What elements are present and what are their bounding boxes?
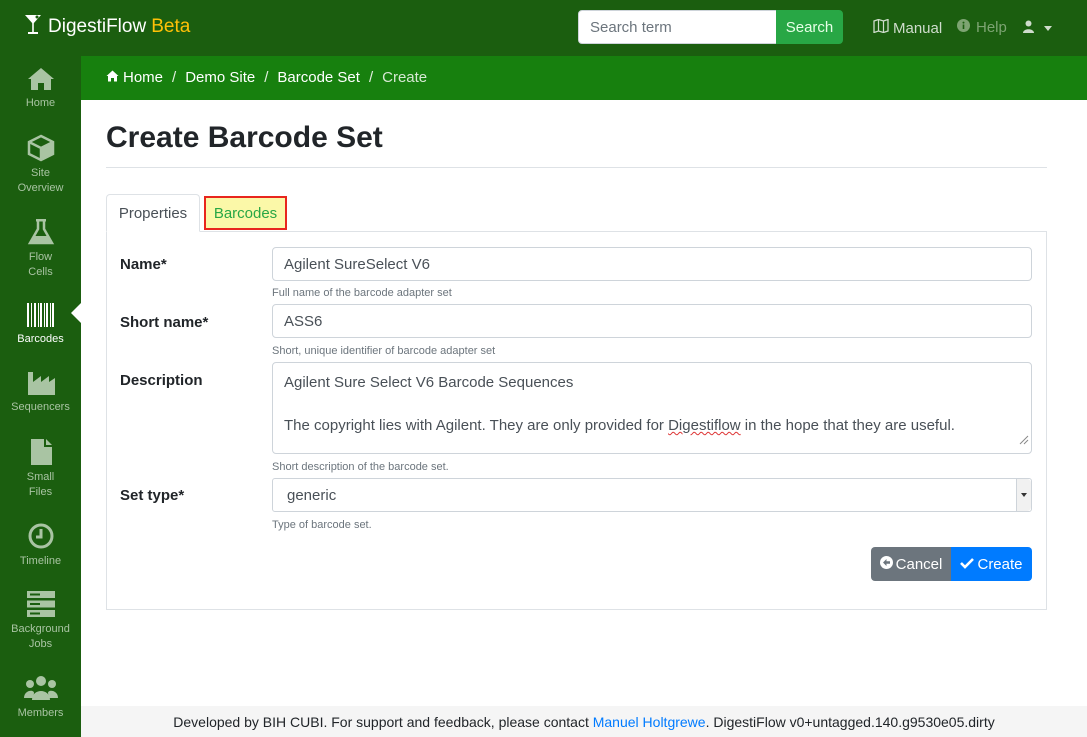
breadcrumb-site[interactable]: Demo Site <box>185 69 255 86</box>
arrow-circle-left-icon <box>879 555 896 573</box>
sidebar-item-background-jobs[interactable]: Background Jobs <box>0 590 81 652</box>
sidebar-item-home[interactable]: Home <box>0 66 81 111</box>
check-icon <box>960 556 977 573</box>
footer: Developed by BIH CUBI. For support and f… <box>81 706 1087 737</box>
short-name-label: Short name* <box>120 314 209 331</box>
user-menu[interactable] <box>1023 20 1052 36</box>
industry-icon <box>0 370 81 396</box>
app-name: DigestiFlow <box>48 16 147 37</box>
map-icon <box>873 18 893 37</box>
spellcheck-word: Digestiflow <box>668 417 741 434</box>
set-type-label: Set type* <box>120 487 185 504</box>
tab-barcodes[interactable]: Barcodes <box>204 196 287 230</box>
cancel-label: Cancel <box>895 555 943 573</box>
description-line: The copyright lies with Agilent. They ar… <box>284 417 955 434</box>
description-textarea[interactable]: Agilent Sure Select V6 Barcode Sequences… <box>272 362 1032 454</box>
sidebar: Home Site Overview Flow Cells Barcodes S… <box>0 56 81 737</box>
cube-icon <box>0 134 81 162</box>
help-link[interactable]: Help <box>957 19 1007 36</box>
search-button[interactable]: Search <box>776 10 843 44</box>
server-icon <box>0 590 81 618</box>
sidebar-item-label: Files <box>28 486 53 498</box>
file-icon <box>0 438 81 466</box>
beta-badge: Beta <box>151 16 191 37</box>
chevron-down-icon <box>1016 479 1031 511</box>
resize-handle-icon[interactable] <box>1019 430 1029 451</box>
sidebar-item-label: Cells <box>28 266 53 278</box>
user-icon <box>1023 20 1034 36</box>
create-button[interactable]: Create <box>951 547 1032 581</box>
sidebar-item-label: Site <box>31 167 50 179</box>
short-name-input[interactable]: ASS6 <box>272 304 1032 338</box>
set-type-select[interactable]: generic <box>272 478 1032 512</box>
name-input[interactable]: Agilent SureSelect V6 <box>272 247 1032 281</box>
set-type-help: Type of barcode set. <box>272 519 372 531</box>
sidebar-item-label: Jobs <box>28 638 53 650</box>
sidebar-item-flow-cells[interactable]: Flow Cells <box>0 218 81 280</box>
sidebar-item-label: Timeline <box>19 555 62 567</box>
manual-label: Manual <box>893 19 943 37</box>
breadcrumb-home[interactable]: Home <box>123 69 163 86</box>
breadcrumb: Home / Demo Site / Barcode Set / Create <box>81 56 1087 100</box>
name-label: Name* <box>120 256 167 273</box>
name-value: Agilent SureSelect V6 <box>284 255 430 273</box>
home-icon <box>0 66 81 92</box>
barcode-icon <box>0 302 81 328</box>
footer-version: . DigestiFlow v0+untagged.140.g9530e05.d… <box>705 713 995 730</box>
cancel-button[interactable]: Cancel <box>871 547 951 581</box>
sidebar-item-label: Home <box>25 97 56 109</box>
sidebar-item-label: Background <box>11 623 70 635</box>
create-label: Create <box>977 555 1023 573</box>
sidebar-item-label: Overview <box>17 182 64 194</box>
search-input[interactable] <box>578 10 777 44</box>
top-navbar: DigestiFlow Beta Search Manual Help <box>0 0 1087 56</box>
short-name-value: ASS6 <box>284 312 323 330</box>
sidebar-item-members[interactable]: Members <box>0 674 81 721</box>
clock-icon <box>0 522 81 550</box>
help-label: Help <box>976 19 1007 36</box>
breadcrumb-separator: / <box>264 69 269 86</box>
sidebar-item-site-overview[interactable]: Site Overview <box>0 134 81 196</box>
breadcrumb-barcode-set[interactable]: Barcode Set <box>277 69 360 86</box>
page-title: Create Barcode Set <box>106 121 383 154</box>
description-label: Description <box>120 372 203 389</box>
sidebar-item-label: Sequencers <box>11 401 70 413</box>
info-circle-icon <box>957 19 976 36</box>
sidebar-item-label: Flow <box>28 251 53 263</box>
short-name-help: Short, unique identifier of barcode adap… <box>272 345 496 357</box>
users-icon <box>0 674 81 702</box>
sidebar-item-small-files[interactable]: Small Files <box>0 438 81 500</box>
breadcrumb-separator: / <box>172 69 177 86</box>
chevron-down-icon <box>1044 25 1052 31</box>
home-icon <box>106 69 119 86</box>
manual-link[interactable]: Manual <box>873 18 943 37</box>
name-help: Full name of the barcode adapter set <box>272 287 452 299</box>
cocktail-icon <box>24 13 48 41</box>
footer-text: Developed by BIH CUBI. For support and f… <box>173 713 593 730</box>
contact-link[interactable]: Manuel Holtgrewe <box>593 714 706 730</box>
sidebar-item-barcodes[interactable]: Barcodes <box>0 302 81 347</box>
tab-properties[interactable]: Properties <box>106 194 200 232</box>
sidebar-item-timeline[interactable]: Timeline <box>0 522 81 569</box>
brand[interactable]: DigestiFlow Beta <box>24 13 190 41</box>
sidebar-item-label: Small <box>26 471 55 483</box>
breadcrumb-separator: / <box>368 69 374 86</box>
divider <box>106 167 1047 168</box>
sidebar-item-label: Members <box>17 707 64 719</box>
description-line: Agilent Sure Select V6 Barcode Sequences <box>284 374 574 391</box>
description-help: Short description of the barcode set. <box>272 461 449 473</box>
set-type-value: generic <box>287 486 337 504</box>
active-pointer <box>71 303 81 323</box>
flask-icon <box>0 218 81 246</box>
sidebar-item-sequencers[interactable]: Sequencers <box>0 370 81 415</box>
sidebar-item-label: Barcodes <box>17 333 64 345</box>
breadcrumb-current: Create <box>382 69 428 86</box>
